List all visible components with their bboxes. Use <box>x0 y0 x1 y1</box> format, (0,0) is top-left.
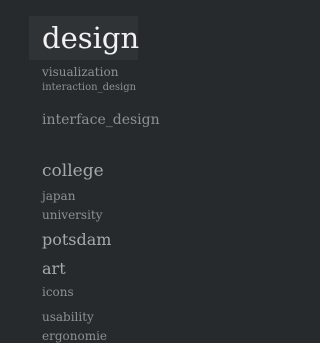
tag-college[interactable]: college <box>42 163 104 180</box>
tag-icons[interactable]: icons <box>42 286 74 298</box>
tag-university[interactable]: university <box>42 209 103 221</box>
tag-cloud: design visualization interaction_design … <box>0 0 207 343</box>
tag-interaction-design[interactable]: interaction_design <box>42 83 136 93</box>
tag-japan[interactable]: japan <box>42 190 75 202</box>
tag-ergonomie[interactable]: ergonomie <box>42 330 107 342</box>
tiny-tag[interactable]: · <box>42 104 43 107</box>
tag-design[interactable]: design <box>42 24 139 53</box>
tag-art[interactable]: art <box>42 261 66 277</box>
tag-interface-design[interactable]: interface_design <box>42 113 160 127</box>
tag-usability[interactable]: usability <box>42 311 94 323</box>
tag-potsdam[interactable]: potsdam <box>42 232 111 248</box>
tiny-tag[interactable]: · <box>42 155 43 158</box>
tag-visualization[interactable]: visualization <box>42 66 118 78</box>
